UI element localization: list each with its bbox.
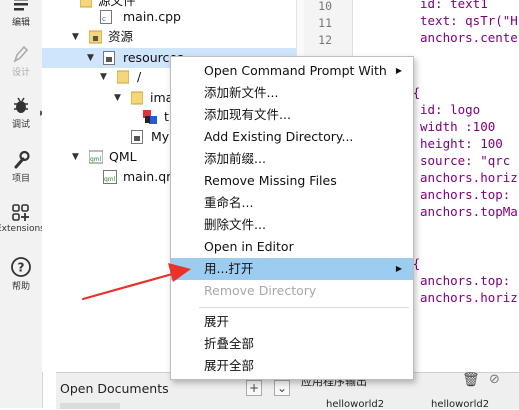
menu-collapse-all[interactable]: 折叠全部 <box>171 333 413 355</box>
menu-expand[interactable]: 展开 <box>171 311 413 333</box>
tree-row-label: QML <box>109 149 137 164</box>
mode-sidebar: 编辑 设计 调试 ▶ 项目 Extensions <box>0 0 45 408</box>
menu-open-with[interactable]: 用...打开 ▶ <box>171 258 413 280</box>
menu-item-label: 展开 <box>204 314 230 329</box>
submenu-arrow-icon: ▶ <box>395 66 402 75</box>
code-line: height: 100 <box>420 136 503 151</box>
mode-help[interactable]: ? 帮助 <box>0 256 42 292</box>
output-doc-tab[interactable]: helloworld2 <box>326 399 384 410</box>
tree-row-label: 资源 <box>108 29 134 44</box>
wrench-icon <box>14 150 30 169</box>
code-line: anchors.horiz <box>420 170 518 185</box>
context-menu: Open Command Prompt With ▶ 添加新文件... 添加现有… <box>170 56 414 380</box>
lock-folder-icon <box>88 30 103 50</box>
trash-icon[interactable]: 🗑 <box>462 372 480 388</box>
menu-separator <box>199 307 409 308</box>
mode-debug-label: 调试 <box>11 120 30 130</box>
menu-add-new-file[interactable]: 添加新文件... <box>171 82 413 104</box>
code-line: id: text1 <box>420 0 488 11</box>
mode-edit[interactable]: 编辑 <box>0 0 42 28</box>
code-line: text: qsTr("H <box>420 13 518 28</box>
menu-add-existing-directory[interactable]: Add Existing Directory... <box>171 126 413 148</box>
mode-edit-label: 编辑 <box>11 18 30 28</box>
menu-item-label: 折叠全部 <box>204 336 255 351</box>
menu-item-label: 展开全部 <box>204 358 255 373</box>
svg-text:qml: qml <box>90 156 102 163</box>
menu-item-label: 添加前缀... <box>204 151 266 166</box>
line-number: 11 <box>318 16 332 30</box>
svg-text:qml: qml <box>104 176 116 183</box>
stop-icon[interactable]: ⊘ <box>489 372 500 387</box>
tree-row-label: My <box>151 129 170 144</box>
menu-item-label: 删除文件... <box>204 217 266 232</box>
mode-design[interactable]: 设计 <box>0 44 42 78</box>
mode-projects[interactable]: 项目 <box>0 150 42 184</box>
menu-item-label: Add Existing Directory... <box>204 129 354 144</box>
menu-item-label: Open in Editor <box>204 239 294 254</box>
tree-row-label: t <box>164 109 169 124</box>
menu-open-in-editor[interactable]: Open in Editor <box>171 236 413 258</box>
menu-add-prefix[interactable]: 添加前缀... <box>171 148 413 170</box>
code-line: anchors.top: <box>420 187 518 202</box>
expand-arrow-icon[interactable]: ▼ <box>87 48 94 68</box>
open-documents-title: Open Documents <box>60 381 169 396</box>
folder-icon <box>116 70 130 90</box>
expand-arrow-icon[interactable]: ▼ <box>72 27 79 47</box>
menu-add-existing-file[interactable]: 添加现有文件... <box>171 104 413 126</box>
menu-remove-missing-files[interactable]: Remove Missing Files <box>171 170 413 192</box>
menu-expand-all[interactable]: 展开全部 <box>171 355 413 377</box>
pen-icon <box>13 45 29 63</box>
code-line: width :100 <box>420 119 496 134</box>
svg-text:c: c <box>102 15 106 23</box>
svg-text:?: ? <box>18 261 25 275</box>
code-line: anchors.cente <box>420 30 518 45</box>
line-number: 10 <box>318 0 332 13</box>
menu-item-label: Remove Directory <box>204 283 317 298</box>
menu-delete-file[interactable]: 删除文件... <box>171 214 413 236</box>
mode-projects-label: 项目 <box>11 174 30 184</box>
menu-item-label: 添加现有文件... <box>204 107 291 122</box>
document-list-item[interactable] <box>60 403 120 409</box>
collapse-down-icon[interactable]: ⌄ <box>274 380 290 396</box>
tree-row-resources-group[interactable]: ▼ 资源 <box>42 27 296 47</box>
code-line: id: logo <box>420 102 481 117</box>
menu-item-label: 重命名... <box>204 195 254 210</box>
code-line: anchors.topMa <box>420 204 518 219</box>
split-plus-icon[interactable]: + <box>246 380 262 396</box>
mode-design-label: 设计 <box>11 68 30 78</box>
code-line: source: "qrc <box>420 153 511 168</box>
output-doc-tab[interactable]: helloworld2 <box>431 399 489 410</box>
menu-item-label: Remove Missing Files <box>204 173 337 188</box>
submenu-arrow-icon: ▶ <box>395 264 402 273</box>
code-line: anchors.horiz <box>420 290 518 305</box>
menu-item-label: Open Command Prompt With <box>204 63 387 78</box>
menu-rename[interactable]: 重命名... <box>171 192 413 214</box>
mode-extensions[interactable]: Extensions <box>0 203 45 234</box>
tree-row-main-cpp[interactable]: c main.cpp <box>42 7 296 27</box>
expand-arrow-icon[interactable]: ▼ <box>114 88 121 108</box>
line-number: 12 <box>318 33 332 47</box>
mode-debug[interactable]: 调试 <box>0 96 42 130</box>
edit-icon <box>14 0 28 11</box>
bug-icon <box>14 97 28 113</box>
help-icon: ? <box>11 257 31 277</box>
expand-arrow-icon[interactable]: ▼ <box>100 67 107 87</box>
menu-item-label: 添加新文件... <box>204 85 279 100</box>
menu-open-command-prompt[interactable]: Open Command Prompt With ▶ <box>171 60 413 82</box>
code-line: anchors.top: <box>420 273 518 288</box>
tree-row-label: main.cpp <box>123 9 181 24</box>
expand-arrow-icon[interactable]: ▼ <box>72 147 79 167</box>
menu-item-label: 用...打开 <box>204 261 254 276</box>
qml-file-icon: qml <box>103 170 117 190</box>
mode-extensions-label: Extensions <box>0 224 45 234</box>
tree-row-label: / <box>137 69 142 84</box>
extensions-icon <box>12 204 29 221</box>
menu-remove-directory: Remove Directory <box>171 280 413 302</box>
mode-help-label: 帮助 <box>11 282 30 292</box>
